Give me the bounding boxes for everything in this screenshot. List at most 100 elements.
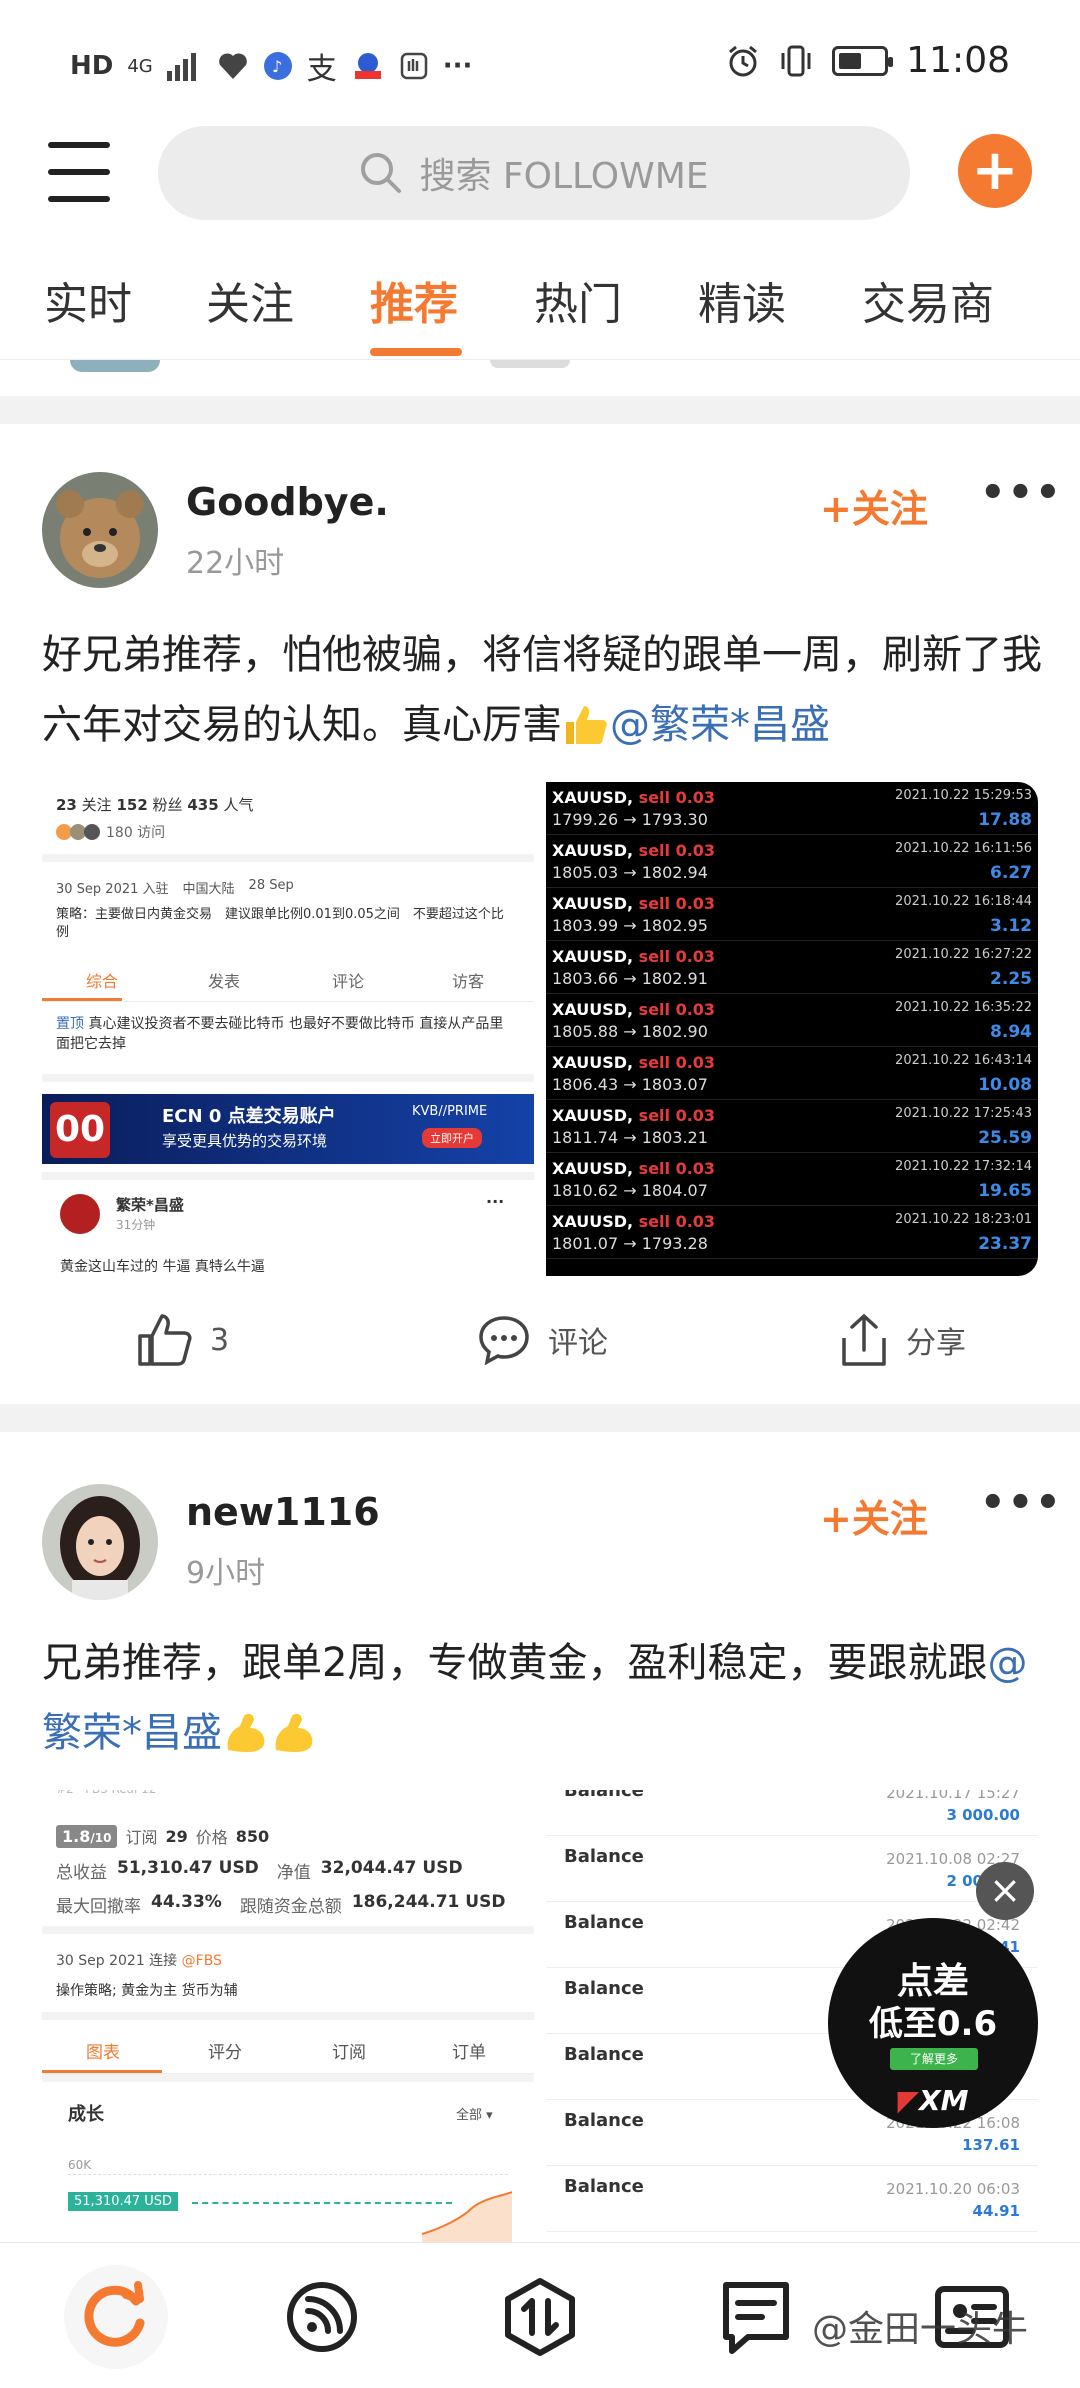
- music-icon: ♪: [263, 52, 292, 80]
- username[interactable]: Goodbye.: [186, 480, 389, 524]
- profile-screenshot[interactable]: 23 关注 152 粉丝 435 人气 180 访问 30 Sep 2021 入…: [42, 782, 534, 1276]
- balance-label: Balance: [564, 2110, 644, 2131]
- account-screenshot[interactable]: #2 · FBS Real 12 1.8/10 订阅29 价格850 总收益51…: [42, 1790, 534, 2242]
- post-body: 兄弟推荐，跟单2周，专做黄金，盈利稳定，要跟就跟: [42, 1640, 988, 1686]
- trade-prices: 1801.07 → 1793.28: [552, 1234, 708, 1253]
- balance-row: Balance 2021.10.20 06:03 44.91: [546, 2166, 1038, 2232]
- visit-count: 180 访问: [106, 825, 166, 841]
- nav-trade[interactable]: [498, 2275, 582, 2359]
- kvb-banner[interactable]: 00 ECN 0 点差交易账户 享受更具优势的交易环境 KVB//PRIME 立…: [42, 1094, 534, 1164]
- avatar[interactable]: [42, 472, 158, 588]
- tab-realtime[interactable]: 实时: [44, 268, 132, 332]
- more-status-icon: ···: [442, 51, 473, 81]
- trade-profit: 10.08: [978, 1075, 1032, 1095]
- nav-feed[interactable]: [280, 2275, 364, 2359]
- pinned-post: 置顶 真心建议投资者不要去碰比特币 也最好不要做比特币 直接从产品里面把它去掉: [56, 1016, 504, 1052]
- trade-prices: 1805.03 → 1802.94: [552, 863, 708, 882]
- trade-profit: 3.12: [990, 916, 1032, 936]
- add-post-button[interactable]: +: [958, 134, 1032, 208]
- tab-brokers[interactable]: 交易商: [862, 268, 994, 332]
- feed-icon: [287, 2282, 357, 2352]
- balance-date: 2021.10.17 15:27: [886, 1790, 1020, 1802]
- nav-refresh[interactable]: [64, 2265, 168, 2369]
- sub-user-name: 繁荣*昌盛: [116, 1196, 184, 1214]
- follow-button[interactable]: +关注: [820, 478, 928, 533]
- watermark-text: @金田一头牛: [812, 2309, 1029, 2350]
- health-icon: [218, 53, 247, 79]
- balance-row: Balance2021.10.08 02:272 000.00: [546, 1836, 1038, 1902]
- more-options-icon[interactable]: •••: [980, 1480, 1063, 1526]
- status-time: 11:08: [906, 40, 1010, 81]
- trade-profit: 17.88: [978, 810, 1032, 830]
- post-time: 9小时: [186, 1556, 266, 1591]
- trade-date: 2021.10.22 17:25:43: [895, 1106, 1032, 1121]
- tab-hot[interactable]: 热门: [534, 268, 622, 332]
- trade-row: XAUUSD, sell 0.03 1805.88 → 1802.90 2021.1…: [546, 994, 1038, 1047]
- trade-row: XAUUSD, sell 0.03 1803.66 → 1802.91 2021.1…: [546, 941, 1038, 994]
- ad-close-button[interactable]: ×: [976, 1862, 1034, 1920]
- username[interactable]: new1116: [186, 1490, 380, 1534]
- trade-history-screenshot[interactable]: XAUUSD, sell 0.03 1799.26 → 1793.30 2021.1…: [546, 782, 1038, 1276]
- share-button[interactable]: 分享: [838, 1312, 966, 1368]
- alarm-icon: [729, 45, 758, 76]
- balance-amount: 137.61: [962, 2136, 1020, 2154]
- floating-ad[interactable]: 点差 低至0.6 了解更多 ◤XM: [828, 1918, 1038, 2128]
- trade-row: XAUUSD, sell 0.03 1811.74 → 1803.21 2021.1…: [546, 1100, 1038, 1153]
- balance-label: Balance: [564, 1978, 644, 1999]
- trade-prices: 1810.62 → 1804.07: [552, 1181, 708, 1200]
- plus-icon: +: [971, 138, 1019, 203]
- account-rating-row: 1.8/10 订阅 29 价格 850: [56, 1824, 269, 1848]
- post-text[interactable]: 兄弟推荐，跟单2周，专做黄金，盈利稳定，要跟就跟@繁荣*昌盛: [42, 1628, 1042, 1768]
- trade-prices: 1806.43 → 1803.07: [552, 1075, 708, 1094]
- like-button[interactable]: 3: [136, 1312, 229, 1368]
- account-joined: 30 Sep 2021 连接 @FBS: [56, 1953, 222, 1969]
- trade-arrows-icon: [505, 2278, 575, 2356]
- menu-button[interactable]: [48, 142, 110, 202]
- trade-symbol: XAUUSD, sell 0.03: [552, 894, 716, 913]
- profile-meta: 30 Sep 2021 入驻 中国大陆 28 Sep: [56, 878, 294, 897]
- trade-date: 2021.10.22 18:23:01: [895, 1212, 1032, 1227]
- tab-recommended[interactable]: 推荐: [370, 268, 458, 332]
- flexed-biceps-emoji-icon: [227, 1713, 265, 1752]
- profile-stats: 23 关注 152 粉丝 435 人气: [56, 796, 254, 814]
- account-strategy: 操作策略; 黄金为主 货币为辅: [56, 1983, 238, 1999]
- app-screen: HD 4G ♪ 支 ··· 11:08 搜索 FOLLOWME + 实时 关注 …: [0, 0, 1080, 2388]
- hand-icon: [400, 52, 427, 80]
- trade-prices: 1799.26 → 1793.30: [552, 810, 708, 829]
- mention-link[interactable]: @繁荣*昌盛: [610, 702, 830, 748]
- svg-text:♪: ♪: [272, 57, 282, 76]
- account-dd-row: 最大回撤率 44.33% 跟随资金总额 186,244.71 USD: [56, 1892, 506, 1917]
- post-card[interactable]: Goodbye. 22小时 +关注 ••• 好兄弟推荐，怕他被骗，将信将疑的跟单…: [0, 424, 1080, 1404]
- search-bar[interactable]: 搜索 FOLLOWME: [158, 126, 910, 220]
- growth-label: 成长: [68, 2104, 104, 2125]
- growth-marker: 51,310.47 USD: [68, 2192, 179, 2211]
- tab-following[interactable]: 关注: [206, 268, 294, 332]
- avatar[interactable]: [42, 1484, 158, 1600]
- trade-symbol: XAUUSD, sell 0.03: [552, 1212, 716, 1231]
- thumbs-up-icon: [138, 1314, 192, 1366]
- battery-icon: [832, 45, 894, 76]
- ad-cta-button[interactable]: 了解更多: [890, 2048, 978, 2070]
- follow-button[interactable]: +关注: [820, 1488, 928, 1543]
- trade-symbol: XAUUSD, sell 0.03: [552, 841, 716, 860]
- post-time: 22小时: [186, 546, 285, 581]
- post-text[interactable]: 好兄弟推荐，怕他被骗，将信将疑的跟单一周，刷新了我六年对交易的认知。真心厉害 @繁…: [42, 620, 1042, 760]
- trade-prices: 1811.74 → 1803.21: [552, 1128, 708, 1147]
- trade-date: 2021.10.22 16:27:22: [895, 947, 1032, 962]
- trade-profit: 8.94: [990, 1022, 1032, 1042]
- flexed-biceps-emoji-icon: [275, 1713, 313, 1752]
- trade-symbol: XAUUSD, sell 0.03: [552, 1159, 716, 1178]
- nav-messages[interactable]: [714, 2275, 798, 2359]
- status-right: 11:08: [726, 40, 1010, 81]
- more-options-icon[interactable]: •••: [980, 470, 1063, 516]
- trade-profit: 6.27: [990, 863, 1032, 883]
- like-count: 3: [210, 1322, 230, 1358]
- range-select[interactable]: 全部 ▾: [456, 2104, 493, 2123]
- balance-row: Balance 2021.10.17 15:27 3 000.00: [546, 1790, 1038, 1836]
- trade-symbol: XAUUSD, sell 0.03: [552, 1106, 716, 1125]
- close-icon: ×: [989, 1868, 1021, 1912]
- ad-line2: 低至0.6: [868, 2004, 998, 2044]
- comment-button[interactable]: 评论: [476, 1312, 608, 1368]
- tab-featured[interactable]: 精读: [698, 268, 786, 332]
- growth-chart-line: [422, 2191, 512, 2242]
